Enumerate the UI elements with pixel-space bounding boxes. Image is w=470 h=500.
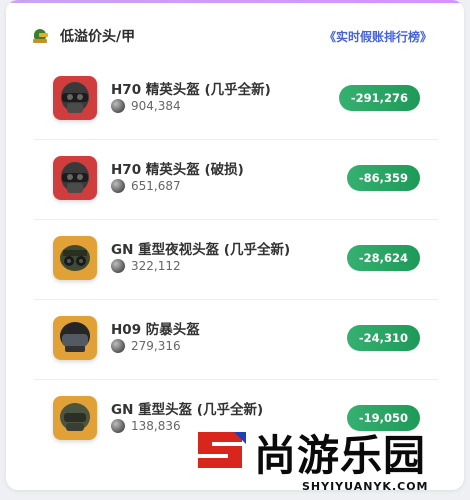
watermark-text: 尚游乐园 <box>254 431 427 480</box>
item-name: H70 精英头盔 (几乎全新) <box>111 82 271 98</box>
watermark-logo-icon <box>198 432 246 468</box>
helmet-gn-heavy-icon <box>53 396 97 440</box>
section-title: 低溢价头/甲 <box>60 29 136 45</box>
helmet-h70-icon <box>53 76 97 120</box>
item-price: 651,687 <box>111 179 181 193</box>
site-watermark: 尚游乐园 SHYIYUANYK.COM <box>190 418 470 500</box>
list-item[interactable]: GN 重型夜视头盔 (几乎全新) 322,112 -28,624 <box>34 220 438 300</box>
item-price: 279,316 <box>111 339 181 353</box>
watermark-url: SHYIYUANYK.COM <box>302 480 429 493</box>
item-price: 138,836 <box>111 419 181 433</box>
item-price: 322,112 <box>111 259 181 273</box>
item-name: GN 重型夜视头盔 (几乎全新) <box>111 242 291 258</box>
ranking-card: 低溢价头/甲 《实时假账排行榜》 H70 精英头盔 (几乎全新) 904,384… <box>6 0 464 490</box>
card-accent-bar <box>6 0 464 3</box>
leaderboard-link[interactable]: 《实时假账排行榜》 <box>324 28 432 45</box>
helmet-gn-nightvision-icon <box>53 236 97 280</box>
price-change-badge: -86,359 <box>346 165 420 191</box>
helmet-h09-riot-icon <box>53 316 97 360</box>
coin-icon <box>111 419 125 433</box>
item-price: 904,384 <box>111 99 181 113</box>
coin-icon <box>111 179 125 193</box>
list-item[interactable]: H70 精英头盔 (几乎全新) 904,384 -291,276 <box>34 60 438 140</box>
list-item[interactable]: H09 防暴头盔 279,316 -24,310 <box>34 300 438 380</box>
price-change-badge: -291,276 <box>338 85 420 111</box>
item-name: H70 精英头盔 (破损) <box>111 162 244 178</box>
helmet-icon <box>32 27 50 45</box>
item-name: GN 重型头盔 (几乎全新) <box>111 402 264 418</box>
price-change-badge: -24,310 <box>346 325 420 351</box>
list-item[interactable]: H70 精英头盔 (破损) 651,687 -86,359 <box>34 140 438 220</box>
price-change-badge: -28,624 <box>346 245 420 271</box>
coin-icon <box>111 259 125 273</box>
coin-icon <box>111 339 125 353</box>
card-header: 低溢价头/甲 《实时假账排行榜》 <box>32 24 432 48</box>
coin-icon <box>111 99 125 113</box>
item-name: H09 防暴头盔 <box>111 322 200 338</box>
helmet-h70-icon <box>53 156 97 200</box>
